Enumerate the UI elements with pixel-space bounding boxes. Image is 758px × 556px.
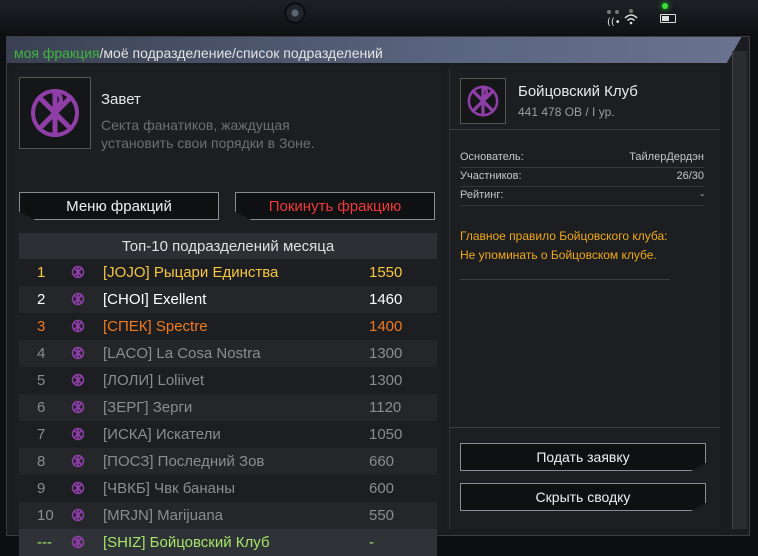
table-row[interactable]: 1 [JOJO] Рыцари Единства 1550 [19,259,437,286]
covenant-emblem-icon [31,89,79,137]
status-led [662,3,668,9]
row-score: 1300 [369,345,403,362]
camera-icon [284,2,306,24]
rule-line-2: Не упоминать о Бойцовском клубе. [460,248,657,262]
squad-emblem [460,78,506,124]
founder-value: ТайлерДердэн [629,151,704,163]
row-rank: 7 [37,426,46,443]
row-score: 1120 [369,399,402,416]
squad-emblem-icon [71,319,85,333]
crumb-squad-list[interactable]: список подразделений [236,45,383,61]
crumb-my-faction[interactable]: моя фракция [14,45,100,61]
row-rank: 6 [37,399,46,416]
row-score: 1050 [369,426,403,443]
divider [450,129,720,130]
row-rank: 1 [37,264,46,281]
faction-name: Завет [101,91,141,108]
row-rank: --- [37,534,52,551]
apply-button[interactable]: Подать заявку [460,443,706,471]
row-rank: 2 [37,291,46,308]
rating-value: - [700,189,704,201]
row-squad-name: [LACO] La Cosa Nostra [103,345,261,362]
table-row[interactable]: 7 [ИСКА] Искатели 1050 [19,421,437,448]
squad-emblem-icon [71,292,85,306]
row-score: 660 [369,453,395,470]
faction-menu-button[interactable]: Меню фракций [19,192,219,220]
row-squad-name: [ИСКА] Искатели [103,426,221,443]
breadcrumb: моя фракция/моё подразделение/список под… [14,45,383,61]
hide-summary-button[interactable]: Скрыть сводку [460,483,706,511]
rating-row: Рейтинг: - [460,187,704,206]
row-rank: 9 [37,480,46,497]
table-row[interactable]: 6 [ЗЕРГ] Зерги 1120 [19,394,437,421]
squad-emblem-icon [71,535,85,549]
row-squad-name: [MRJN] Marijuana [103,507,224,524]
battery-icon [660,14,676,23]
squad-emblem-icon [71,265,85,279]
table-row[interactable]: 3 [СПЕК] Spectre 1400 [19,313,437,340]
faction-panel: Завет Секта фанатиков, жаждущая установи… [15,67,441,556]
row-squad-name: [ЧВКБ] Чвк бананы [103,480,236,497]
row-rank: 5 [37,372,46,389]
founder-row: Основатель: ТайлерДердэн [460,149,704,168]
squad-rule: Главное правило Бойцовского клуба: Не уп… [460,227,700,265]
squad-emblem-icon [71,400,85,414]
row-rank: 3 [37,318,46,335]
wifi-icon [623,7,639,25]
members-label: Участников: [460,170,522,182]
top10-title: Топ-10 подразделений месяца [19,233,437,259]
row-squad-name: [SHIZ] Бойцовский Клуб [103,534,270,551]
row-score: 550 [369,507,395,524]
squad-emblem-icon [467,85,499,117]
row-rank: 10 [37,507,54,524]
faction-window: моя фракция/моё подразделение/список под… [6,36,750,556]
row-score: 1460 [369,291,403,308]
table-row[interactable]: 10 [MRJN] Marijuana 550 [19,502,437,529]
rating-label: Рейтинг: [460,189,504,201]
table-row[interactable]: 5 [ЛОЛИ] Loliivet 1300 [19,367,437,394]
rule-line-1: Главное правило Бойцовского клуба: [460,229,668,243]
row-squad-name: [ЛОЛИ] Loliivet [103,372,205,389]
signal-icon: ((•)) [606,8,629,28]
row-score: 1400 [369,318,403,335]
table-row[interactable]: 9 [ЧВКБ] Чвк бананы 600 [19,475,437,502]
squad-emblem-icon [71,481,85,495]
table-row[interactable]: 2 [CHOI] Exellent 1460 [19,286,437,313]
founder-label: Основатель: [460,151,524,163]
table-row[interactable]: --- [SHIZ] Бойцовский Клуб - [19,529,437,556]
squad-emblem-icon [71,508,85,522]
table-row[interactable]: 4 [LACO] La Cosa Nostra 1300 [19,340,437,367]
row-score: - [369,534,374,551]
crumb-my-squad[interactable]: моё подразделение [103,45,232,61]
faction-description: Секта фанатиков, жаждущая установить сво… [101,117,315,151]
squad-name: Бойцовский Клуб [518,83,638,100]
row-rank: 4 [37,345,46,362]
row-score: 1300 [369,372,403,389]
row-squad-name: [CHOI] Exellent [103,291,207,308]
squad-emblem-icon [71,427,85,441]
row-squad-name: [ПОСЗ] Последний Зов [103,453,265,470]
divider [450,427,720,428]
members-value: 26/30 [676,170,704,182]
row-squad-name: [JOJO] Рыцари Единства [103,264,279,281]
faction-emblem [19,77,91,149]
divider [460,279,670,280]
svg-text:((•)): ((•)) [607,17,622,26]
squad-emblem-icon [71,373,85,387]
squad-emblem-icon [71,454,85,468]
squad-emblem-icon [71,346,85,360]
scrollbar[interactable] [732,51,747,529]
row-score: 1550 [369,264,403,281]
device-status-bar: ((•)) [0,0,758,34]
leave-faction-button[interactable]: Покинуть фракцию [235,192,435,220]
top10-list: 1 [JOJO] Рыцари Единства 1550 2 [CHOI] Exell… [19,259,437,556]
row-squad-name: [СПЕК] Spectre [103,318,208,335]
squad-summary-panel: Бойцовский Клуб 441 478 OB / I ур. Основ… [449,67,720,529]
squad-level: 441 478 OB / I ур. [518,105,615,119]
table-row[interactable]: 8 [ПОСЗ] Последний Зов 660 [19,448,437,475]
members-row: Участников: 26/30 [460,168,704,187]
row-squad-name: [ЗЕРГ] Зерги [103,399,193,416]
row-score: 600 [369,480,395,497]
row-rank: 8 [37,453,46,470]
